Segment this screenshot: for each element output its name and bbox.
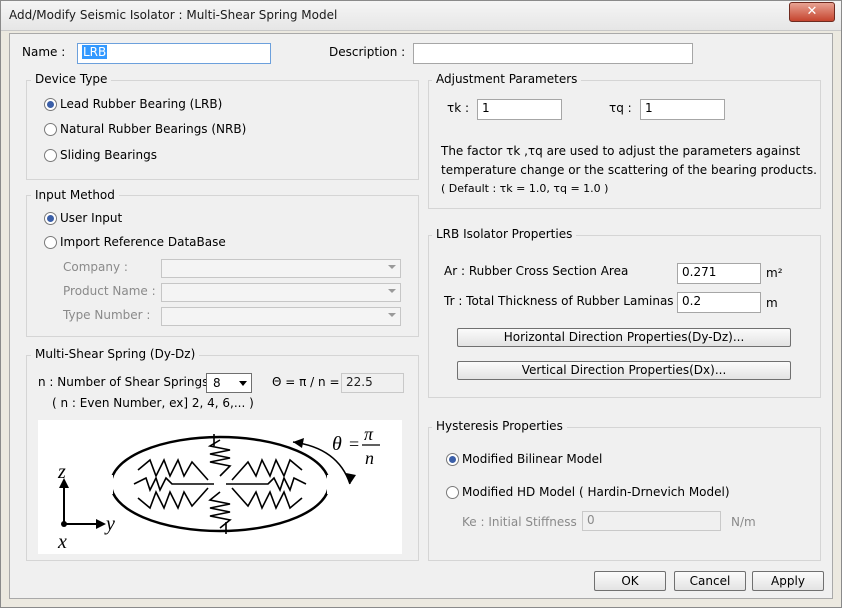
radio-user-input[interactable] (44, 212, 57, 225)
theta-label: Θ = π / n = (272, 375, 340, 389)
description-input[interactable] (413, 43, 693, 64)
adjustment-default: ( Default : τk = 1.0, τq = 1.0 ) (441, 182, 609, 195)
option-lrb-label: Lead Rubber Bearing (LRB) (60, 97, 223, 111)
ke-input[interactable]: 0 (582, 511, 721, 531)
close-button[interactable]: ✕ (789, 2, 835, 22)
hysteresis-title: Hysteresis Properties (432, 419, 567, 433)
y-axis-label: y (104, 513, 115, 535)
ar-unit: m² (766, 266, 783, 280)
device-type-title: Device Type (31, 72, 112, 86)
theta-equals: = (349, 434, 359, 454)
option-nrb-label: Natural Rubber Bearings (NRB) (60, 122, 247, 136)
product-name-select[interactable] (161, 283, 401, 302)
shear-springs-value: 8 (213, 376, 221, 390)
option-user-input-label: User Input (60, 211, 123, 225)
company-select[interactable] (161, 259, 401, 278)
title-bar: Add/Modify Seismic Isolator : Multi-Shea… (1, 1, 841, 31)
theta-symbol: θ (332, 433, 342, 455)
shear-springs-note: ( n : Even Number, ex] 2, 4, 6,... ) (52, 396, 254, 410)
radio-lrb[interactable] (44, 98, 57, 111)
adjustment-desc-2: temperature change or the scattering of … (441, 163, 817, 177)
x-axis-label: x (57, 531, 67, 553)
name-input-value: LRB (82, 45, 108, 59)
company-label: Company : (63, 260, 128, 274)
theta-pi: π (364, 424, 374, 444)
product-name-label: Product Name : (63, 284, 156, 298)
type-number-label: Type Number : (63, 308, 151, 322)
tq-input[interactable]: 1 (640, 99, 725, 120)
adjustment-desc-1: The factor τk ,τq are used to adjust the… (441, 144, 801, 158)
radio-sliding[interactable] (44, 149, 57, 162)
dialog-window: Add/Modify Seismic Isolator : Multi-Shea… (0, 0, 842, 608)
horizontal-direction-button[interactable]: Horizontal Direction Properties(Dy-Dz)..… (457, 328, 791, 347)
cancel-button[interactable]: Cancel (674, 571, 746, 591)
ke-label: Ke : Initial Stiffness (462, 515, 577, 529)
option-sliding-label: Sliding Bearings (60, 148, 157, 162)
name-input[interactable]: LRB (77, 43, 271, 64)
description-label: Description : (329, 45, 406, 59)
shear-springs-label: n : Number of Shear Springs (38, 375, 209, 389)
name-label: Name : (22, 45, 66, 59)
ok-button[interactable]: OK (594, 571, 666, 591)
type-number-select[interactable] (161, 307, 401, 326)
chevron-down-icon (239, 381, 247, 386)
option-modified-bilinear-label: Modified Bilinear Model (462, 452, 603, 466)
input-method-title: Input Method (31, 188, 119, 202)
tk-label: τk : (447, 101, 470, 115)
tr-unit: m (766, 296, 778, 310)
chevron-down-icon (388, 265, 396, 269)
lrb-properties-title: LRB Isolator Properties (432, 227, 577, 241)
tk-input[interactable]: 1 (477, 99, 562, 120)
tr-input[interactable]: 0.2 (677, 292, 761, 313)
theta-value-field: 22.5 (341, 373, 404, 393)
tq-label: τq : (609, 101, 632, 115)
radio-import-database[interactable] (44, 236, 57, 249)
tr-label: Tr : Total Thickness of Rubber Laminas (444, 294, 674, 308)
dialog-body: Name : LRB Description : Device Type Lea… (9, 33, 833, 599)
radio-nrb[interactable] (44, 123, 57, 136)
chevron-down-icon (388, 289, 396, 293)
option-import-database-label: Import Reference DataBase (60, 235, 226, 249)
multi-shear-title: Multi-Shear Spring (Dy-Dz) (31, 347, 200, 361)
shear-springs-select[interactable]: 8 (206, 373, 252, 393)
option-modified-hd-label: Modified HD Model ( Hardin-Drnevich Mode… (462, 485, 730, 499)
origin-dot (61, 521, 67, 527)
chevron-down-icon (388, 313, 396, 317)
vertical-direction-button[interactable]: Vertical Direction Properties(Dx)... (457, 361, 791, 380)
radio-modified-bilinear[interactable] (446, 453, 459, 466)
apply-button[interactable]: Apply (752, 571, 824, 591)
adjustment-title: Adjustment Parameters (432, 72, 582, 86)
ar-label: Ar : Rubber Cross Section Area (444, 264, 629, 278)
radio-modified-hd[interactable] (446, 486, 459, 499)
ar-input[interactable]: 0.271 (677, 263, 761, 284)
theta-n: n (365, 448, 374, 468)
multi-shear-spring-diagram: z y x θ = π n (38, 420, 402, 554)
ke-unit: N/m (731, 515, 756, 529)
window-title: Add/Modify Seismic Isolator : Multi-Shea… (9, 8, 338, 22)
z-axis-label: z (57, 461, 66, 483)
